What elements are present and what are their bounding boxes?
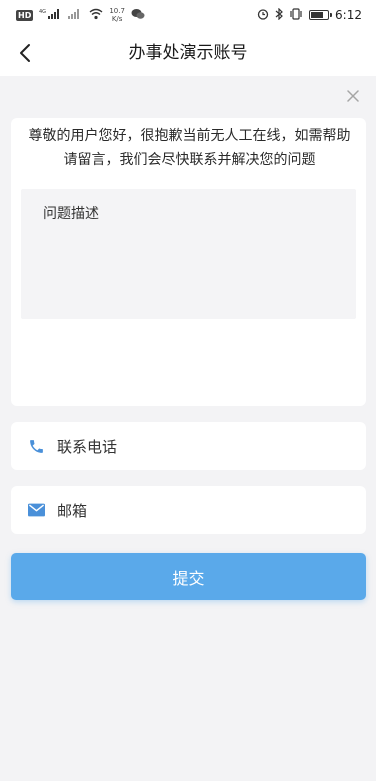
status-time: 6:12 xyxy=(335,8,362,22)
net-speed-unit: K/s xyxy=(111,15,123,23)
bluetooth-icon xyxy=(275,7,283,23)
message-card: 尊敬的用户您好，很抱歉当前无人工在线，如需帮助请留言，我们会尽快联系并解决您的问… xyxy=(11,118,366,406)
submit-button[interactable]: 提交 xyxy=(11,553,366,600)
svg-text:4G: 4G xyxy=(39,9,46,15)
email-field[interactable]: 邮箱 xyxy=(11,486,366,534)
net-speed: 10.7 K/s xyxy=(109,7,125,23)
phone-icon xyxy=(27,437,45,455)
battery-fill xyxy=(311,12,324,18)
close-icon xyxy=(347,90,359,102)
status-bar: HD 4G 10.7 K/s 6:12 xyxy=(0,0,376,30)
mail-icon xyxy=(27,501,45,519)
notice-text: 尊敬的用户您好，很抱歉当前无人工在线，如需帮助请留言，我们会尽快联系并解决您的问… xyxy=(28,128,351,168)
status-right: 6:12 xyxy=(257,7,362,23)
status-left: HD 4G 10.7 K/s xyxy=(16,7,145,23)
battery-icon xyxy=(309,10,333,20)
net-speed-value: 10.7 xyxy=(109,7,125,15)
signal-2-icon xyxy=(67,8,83,23)
description-placeholder: 问题描述 xyxy=(43,206,99,222)
phone-placeholder: 联系电话 xyxy=(57,437,118,456)
description-input[interactable]: 问题描述 xyxy=(21,189,356,319)
alarm-icon xyxy=(257,8,269,23)
back-button[interactable] xyxy=(10,38,40,68)
vibrate-icon xyxy=(289,7,303,23)
wifi-icon xyxy=(89,8,103,23)
chevron-left-icon xyxy=(20,44,30,62)
hd-badge: HD xyxy=(16,9,34,21)
email-placeholder: 邮箱 xyxy=(57,501,88,520)
signal-icon: 4G xyxy=(39,8,61,23)
phone-field[interactable]: 联系电话 xyxy=(11,422,366,470)
wechat-icon xyxy=(131,8,145,23)
page-title: 办事处演示账号 xyxy=(128,43,248,63)
close-button[interactable] xyxy=(342,85,364,107)
nav-bar: 办事处演示账号 xyxy=(0,30,376,76)
